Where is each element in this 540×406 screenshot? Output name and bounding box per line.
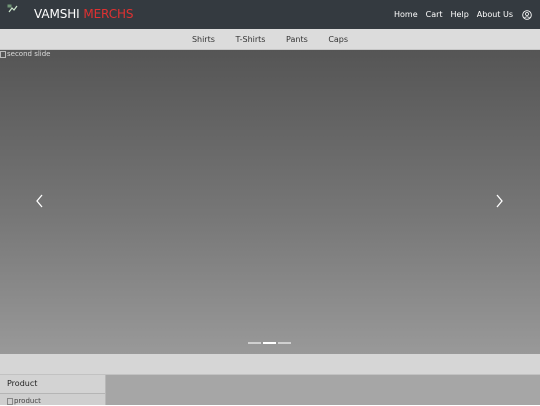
nav-cart-link[interactable]: Cart bbox=[426, 10, 443, 20]
category-bar: Shirts T-Shirts Pants Caps bbox=[0, 29, 540, 50]
brand-primary: VAMSHI bbox=[34, 7, 80, 21]
chevron-right-icon[interactable] bbox=[494, 193, 504, 209]
broken-image-icon bbox=[0, 51, 6, 58]
product-card[interactable]: Product product bbox=[0, 375, 106, 405]
broken-image-icon[interactable] bbox=[7, 4, 19, 14]
carousel-indicator-1[interactable] bbox=[248, 342, 261, 344]
brand-name[interactable]: VAMSHI MERCHS bbox=[34, 7, 134, 22]
carousel-slide-image: second slide bbox=[0, 50, 50, 59]
category-t-shirts[interactable]: T-Shirts bbox=[235, 29, 265, 50]
nav-help-link[interactable]: Help bbox=[451, 10, 469, 20]
slide-alt-text: second slide bbox=[7, 50, 51, 58]
user-circle-icon[interactable] bbox=[522, 9, 532, 20]
carousel-indicator-3[interactable] bbox=[278, 342, 291, 344]
hero-carousel: second slide bbox=[0, 50, 540, 354]
top-navbar: VAMSHI MERCHS Home Cart Help About Us bbox=[0, 0, 540, 29]
category-caps[interactable]: Caps bbox=[328, 29, 348, 50]
nav-about-link[interactable]: About Us bbox=[477, 10, 513, 20]
chevron-left-icon[interactable] bbox=[35, 193, 45, 209]
nav-home-link[interactable]: Home bbox=[394, 10, 418, 20]
carousel-indicator-2[interactable] bbox=[263, 342, 276, 344]
section-divider bbox=[0, 354, 540, 375]
category-shirts[interactable]: Shirts bbox=[192, 29, 215, 50]
product-card-header: Product bbox=[0, 375, 105, 394]
category-pants[interactable]: Pants bbox=[286, 29, 308, 50]
carousel-indicators bbox=[248, 342, 291, 344]
brand-accent: MERCHS bbox=[83, 7, 134, 21]
main-nav: Home Cart Help About Us bbox=[386, 0, 532, 29]
broken-image-icon bbox=[7, 398, 13, 405]
